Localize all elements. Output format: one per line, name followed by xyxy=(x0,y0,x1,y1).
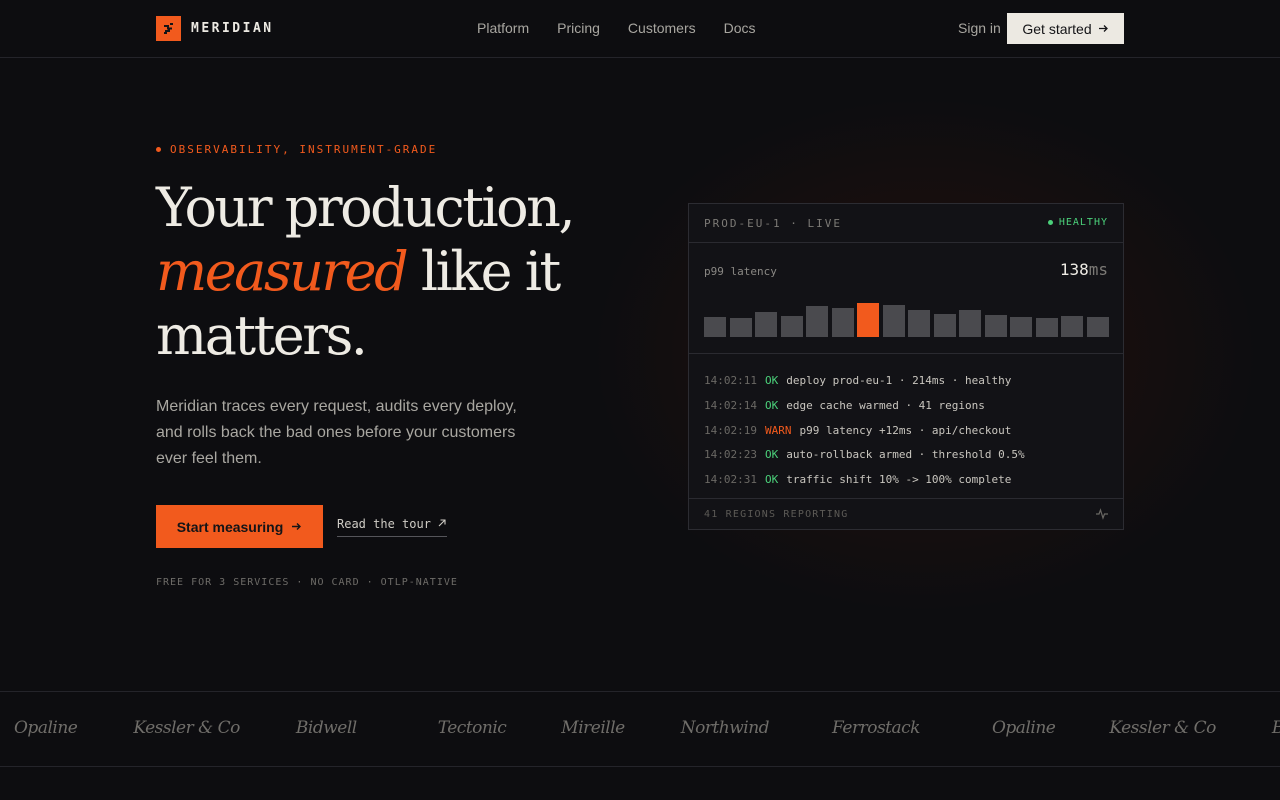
latency-bar xyxy=(984,314,1007,337)
log-row: 14:02:11 OK deploy prod-eu-1 · 214ms · hea… xyxy=(704,369,1108,394)
log-message: edge cache warmed · 41 regions xyxy=(786,398,985,412)
regions-reporting: 41 REGIONS REPORTING xyxy=(704,509,849,520)
latency-bar xyxy=(908,309,931,337)
hero-subhead: Meridian traces every request, audits ev… xyxy=(156,398,517,467)
hero-fineprint: FREE FOR 3 SERVICES · NO CARD · OTLP-NAT… xyxy=(156,577,458,588)
environment-label: PROD-EU-1 · LIVE xyxy=(704,217,842,230)
nav-links: Platform Pricing Customers Docs xyxy=(477,20,756,36)
latency-bar xyxy=(959,310,982,337)
log-time: 14:02:19 xyxy=(704,423,757,437)
log-message: deploy prod-eu-1 · 214ms · healthy xyxy=(786,374,1012,387)
latency-bar xyxy=(704,316,727,337)
brand-name: MERIDIAN xyxy=(191,21,274,36)
customer-logo: Bidwell xyxy=(1272,718,1280,738)
customer-logos: Opaline Kessler & Co Bidwell Tectonic Mireil… xyxy=(14,718,1280,738)
log-time: 14:02:23 xyxy=(704,448,757,462)
event-log: 14:02:11 OK deploy prod-eu-1 · 214ms · hea… xyxy=(689,354,1123,499)
latency-bar xyxy=(729,318,752,337)
metric-number: 138 xyxy=(1059,260,1089,279)
customer-logo-strip: Opaline Kessler & Co Bidwell Tectonic Mireil… xyxy=(0,691,1280,767)
pulse-icon[interactable] xyxy=(1095,507,1109,526)
latency-bar xyxy=(1061,315,1084,337)
status-badge: HEALTHY xyxy=(1047,217,1108,228)
latency-bar xyxy=(806,305,829,337)
status-text: HEALTHY xyxy=(1058,217,1108,228)
latency-bar xyxy=(882,304,905,337)
latency-bar xyxy=(1035,318,1058,337)
metric-value: 138ms xyxy=(1060,260,1108,279)
log-level: OK xyxy=(764,398,779,412)
panel-header: PROD-EU-1 · LIVE HEALTHY xyxy=(689,204,1123,243)
hero-headline: Your production, measured like it matter… xyxy=(156,176,586,368)
log-row: 14:02:14 OK edge cache warmed · 41 regions xyxy=(704,394,1108,419)
customer-logo: Bidwell xyxy=(295,718,357,738)
log-message: auto-rollback armed · threshold 0.5% xyxy=(786,448,1025,462)
status-dot-icon xyxy=(1047,220,1053,225)
top-nav: MERIDIAN Platform Pricing Customers Docs… xyxy=(0,0,1280,58)
latency-bar xyxy=(780,315,803,337)
headline-line-1: Your production, xyxy=(156,176,576,239)
customer-logo: Tectonic xyxy=(437,718,507,738)
log-level: OK xyxy=(764,374,779,387)
customer-logo: Kessler & Co xyxy=(133,718,240,738)
nav-link-customers[interactable]: Customers xyxy=(628,20,696,36)
latency-sparkbars xyxy=(704,303,1109,337)
panel-footer: 41 REGIONS REPORTING xyxy=(689,499,1123,530)
arrow-right-icon xyxy=(291,519,302,535)
nav-link-pricing[interactable]: Pricing xyxy=(557,20,600,36)
customer-logo: Opaline xyxy=(991,718,1056,738)
eyebrow-dot-icon xyxy=(156,147,161,152)
log-row: 14:02:19 WARN p99 latency +12ms · api/chec… xyxy=(704,419,1108,444)
eyebrow-text: OBSERVABILITY, INSTRUMENT-GRADE xyxy=(170,143,438,156)
headline-line-3: matters. xyxy=(156,304,368,367)
read-the-tour-link[interactable]: Read the tour xyxy=(337,517,447,537)
latency-bar xyxy=(831,308,854,337)
metric-unit: ms xyxy=(1088,260,1108,279)
latency-bar xyxy=(1086,317,1109,337)
headline-line-2: like it xyxy=(406,240,561,303)
log-level: OK xyxy=(764,448,779,462)
latency-bar xyxy=(933,313,956,337)
arrow-right-icon xyxy=(1098,21,1109,37)
headline-accent: measured xyxy=(156,240,409,303)
get-started-button[interactable]: Get started xyxy=(1007,13,1124,44)
metric-label: p99 latency xyxy=(704,265,777,278)
customer-logo: Mireille xyxy=(561,718,625,738)
nav-link-platform[interactable]: Platform xyxy=(477,20,529,36)
live-status-panel: PROD-EU-1 · LIVE HEALTHY p99 latency 138… xyxy=(688,203,1124,530)
log-time: 14:02:11 xyxy=(704,374,757,387)
log-time: 14:02:31 xyxy=(704,473,757,487)
latency-bar xyxy=(1010,317,1033,337)
log-level: OK xyxy=(764,473,779,487)
log-message: p99 latency +12ms · api/checkout xyxy=(799,423,1012,437)
nav-link-docs[interactable]: Docs xyxy=(724,20,756,36)
arrow-up-right-icon xyxy=(437,517,447,532)
sign-in-link[interactable]: Sign in xyxy=(958,20,1001,36)
logo[interactable]: MERIDIAN xyxy=(156,16,274,41)
start-measuring-button[interactable]: Start measuring xyxy=(156,505,323,548)
get-started-label: Get started xyxy=(1022,20,1092,37)
latency-metric: p99 latency 138ms xyxy=(689,243,1123,354)
customer-logo: Northwind xyxy=(680,718,770,738)
customer-logo: Opaline xyxy=(14,718,78,738)
hero-eyebrow: OBSERVABILITY, INSTRUMENT-GRADE xyxy=(156,143,437,156)
latency-bar-peak xyxy=(857,303,880,337)
log-level: WARN xyxy=(764,423,792,437)
log-time: 14:02:14 xyxy=(704,398,757,412)
start-measuring-label: Start measuring xyxy=(176,518,284,535)
customer-logo: Kessler & Co xyxy=(1109,718,1216,738)
customer-logo: Ferrostack xyxy=(832,718,920,738)
read-the-tour-label: Read the tour xyxy=(337,517,431,531)
log-message: traffic shift 10% -> 100% complete xyxy=(786,473,1012,487)
latency-bar xyxy=(755,311,778,337)
log-row: 14:02:31 OK traffic shift 10% -> 100% comp… xyxy=(704,468,1108,493)
meridian-logo-icon xyxy=(156,16,181,41)
log-row: 14:02:23 OK auto-rollback armed · threshol… xyxy=(704,443,1108,468)
